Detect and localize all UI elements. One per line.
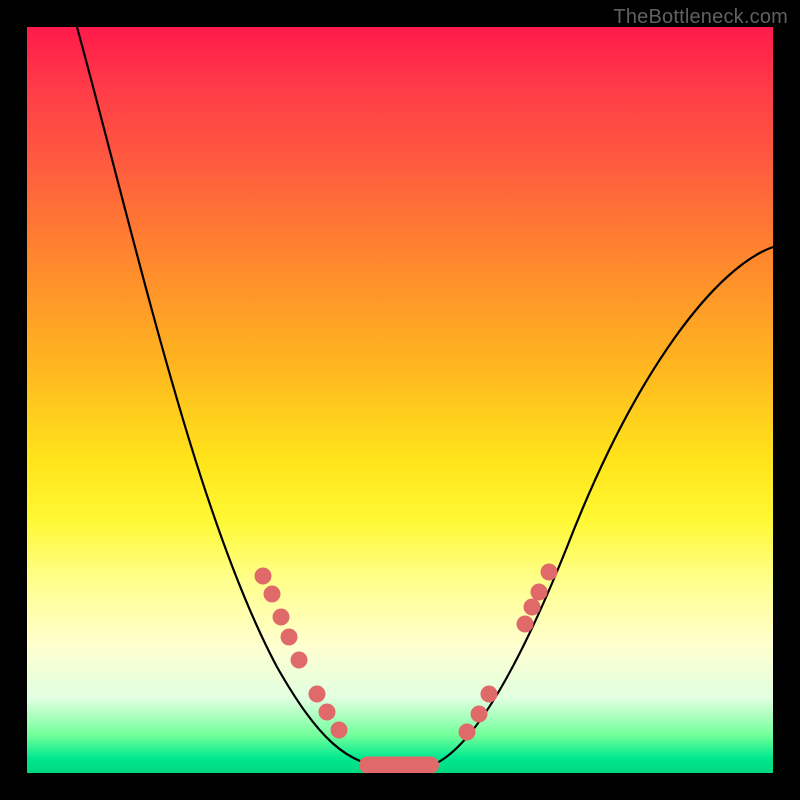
marker-left-0	[255, 568, 272, 585]
chart-plot-area	[27, 27, 773, 773]
marker-right-6	[541, 564, 558, 581]
marker-left-3	[281, 629, 298, 646]
watermark-text: TheBottleneck.com	[613, 6, 788, 29]
marker-left-2	[273, 609, 290, 626]
marker-left-5	[309, 686, 326, 703]
marker-right-4	[524, 599, 541, 616]
curve-path	[77, 27, 773, 767]
bottleneck-curve	[27, 27, 773, 773]
marker-left-7	[331, 722, 348, 739]
marker-right-1	[471, 706, 488, 723]
marker-right-0	[459, 724, 476, 741]
marker-left-6	[319, 704, 336, 721]
marker-right-3	[517, 616, 534, 633]
marker-left-1	[264, 586, 281, 603]
marker-right-2	[481, 686, 498, 703]
marker-left-4	[291, 652, 308, 669]
marker-flat-segment	[359, 757, 439, 774]
marker-right-5	[531, 584, 548, 601]
